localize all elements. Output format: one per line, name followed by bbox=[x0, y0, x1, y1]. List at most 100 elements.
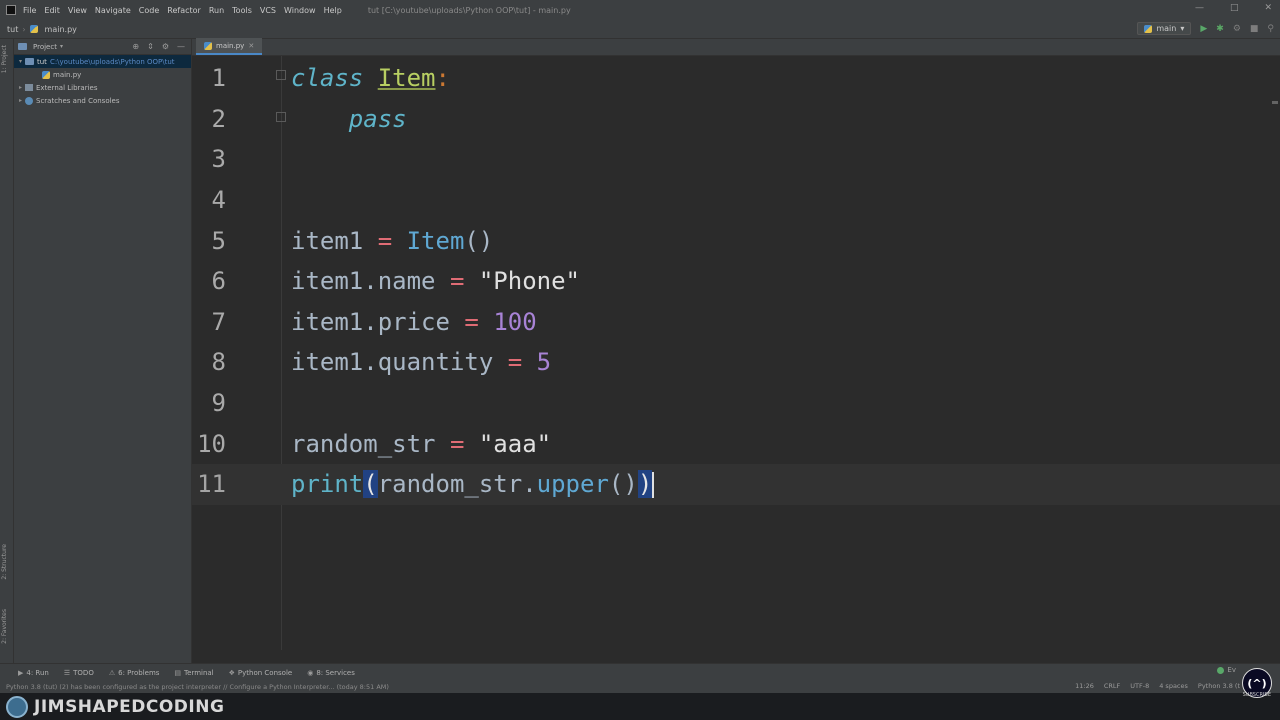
scratches-icon bbox=[25, 96, 33, 105]
locate-icon[interactable]: ⊕ bbox=[132, 42, 139, 51]
menu-code[interactable]: Code bbox=[139, 6, 159, 15]
menu-window[interactable]: Window bbox=[284, 6, 316, 15]
coverage-icon[interactable]: ⚙ bbox=[1233, 24, 1241, 34]
collapse-icon[interactable]: ⇕ bbox=[147, 42, 154, 51]
menu-navigate[interactable]: Navigate bbox=[95, 6, 131, 15]
tree-item-tut[interactable]: ▾ tut C:\youtube\uploads\Python OOP\tut bbox=[14, 55, 191, 68]
project-view-icon bbox=[18, 43, 27, 50]
stop-icon[interactable]: ■ bbox=[1250, 24, 1259, 34]
scrollbar-marker[interactable] bbox=[1272, 101, 1278, 104]
channel-watermark: JIMSHAPEDCODING bbox=[0, 693, 1280, 720]
colon: : bbox=[435, 64, 450, 93]
gear-icon[interactable]: ⚙ bbox=[162, 42, 169, 51]
tool-window-label: TODO bbox=[73, 668, 94, 677]
chevron-down-icon[interactable]: ▾ bbox=[60, 43, 63, 50]
caret-position[interactable]: 11:26 bbox=[1075, 682, 1094, 690]
tree-item-label: main.py bbox=[53, 70, 82, 79]
class-name: Item bbox=[377, 64, 436, 93]
function-call: Item bbox=[406, 226, 465, 255]
code-line: 3 bbox=[192, 139, 1280, 180]
code-text: item1.name = "Phone" bbox=[291, 267, 580, 295]
operator: = bbox=[377, 226, 393, 255]
interpreter-selector[interactable]: Python 3.8 (t bbox=[1198, 682, 1240, 690]
problems-icon: ⚠ bbox=[108, 668, 116, 677]
code-text: pass bbox=[291, 105, 407, 133]
tool-window-services[interactable]: ◉ 8: Services bbox=[307, 669, 355, 677]
line-separator[interactable]: CRLF bbox=[1104, 682, 1120, 690]
project-panel-title[interactable]: Project bbox=[33, 43, 57, 51]
expand-arrow-icon[interactable]: ▾ bbox=[16, 58, 25, 65]
search-icon[interactable]: ⚲ bbox=[1267, 24, 1274, 34]
number-literal: 100 bbox=[493, 307, 537, 336]
file-encoding[interactable]: UTF-8 bbox=[1130, 682, 1149, 690]
menu-vcs[interactable]: VCS bbox=[260, 6, 276, 15]
tool-window-python-console[interactable]: ❖ Python Console bbox=[229, 669, 293, 677]
subscribe-label: SUBSCRIBE bbox=[1242, 692, 1271, 698]
method-call: upper bbox=[536, 470, 609, 499]
code-area[interactable]: 1 class Item: 2 pass 3 4 5 item1 = Item(… bbox=[192, 56, 1280, 663]
line-number: 11 bbox=[197, 470, 226, 499]
breadcrumb-file[interactable]: main.py bbox=[45, 25, 77, 34]
status-message[interactable]: Python 3.8 (tut) (2) has been configured… bbox=[6, 683, 389, 691]
tool-window-problems[interactable]: ⚠ 6: Problems bbox=[109, 669, 160, 677]
event-log-button[interactable]: Ev bbox=[1217, 666, 1236, 674]
code-line: 10 random_str = "aaa" bbox=[192, 423, 1280, 464]
identifier: random_str. bbox=[377, 470, 537, 499]
operator: = bbox=[449, 267, 465, 296]
code-line: 1 class Item: bbox=[192, 58, 1280, 99]
parens: () bbox=[464, 226, 494, 255]
tool-window-label: 6: Problems bbox=[118, 668, 160, 677]
run-icon[interactable]: ▶ bbox=[1200, 24, 1207, 34]
tool-window-terminal[interactable]: ▤ Terminal bbox=[174, 669, 213, 677]
menu-help[interactable]: Help bbox=[324, 6, 342, 15]
tab-main-py[interactable]: main.py ✕ bbox=[196, 38, 263, 55]
expand-arrow-icon[interactable]: ▸ bbox=[16, 97, 25, 104]
string-literal: "aaa" bbox=[478, 429, 552, 458]
close-icon[interactable]: ✕ bbox=[1264, 3, 1272, 13]
tool-window-run[interactable]: ▶ 4: Run bbox=[18, 669, 49, 677]
run-config-select[interactable]: main ▾ bbox=[1137, 22, 1192, 35]
menu-edit[interactable]: Edit bbox=[44, 6, 60, 15]
keyword: pass bbox=[348, 104, 407, 133]
line-number: 3 bbox=[211, 145, 226, 174]
parens: () bbox=[608, 470, 638, 499]
tree-item-external-libraries[interactable]: ▸ External Libraries bbox=[14, 81, 191, 94]
run-config-label: main bbox=[1156, 24, 1177, 33]
menu-view[interactable]: View bbox=[68, 6, 87, 15]
python-console-icon: ❖ bbox=[228, 668, 235, 677]
tree-item-scratches[interactable]: ▸ Scratches and Consoles bbox=[14, 94, 191, 107]
event-log-label: Ev bbox=[1227, 666, 1236, 674]
favorites-tool-label[interactable]: 2: Favorites bbox=[1, 609, 8, 644]
channel-logo-icon bbox=[6, 695, 28, 718]
tool-window-todo[interactable]: ☰ TODO bbox=[64, 669, 94, 677]
line-number: 6 bbox=[211, 267, 226, 296]
tree-item-main-py[interactable]: main.py bbox=[14, 68, 191, 81]
menu-tools[interactable]: Tools bbox=[232, 6, 252, 15]
maximize-icon[interactable]: □ bbox=[1230, 3, 1239, 13]
window-title: tut [C:\youtube\uploads\Python OOP\tut] … bbox=[367, 5, 571, 15]
project-tool-label[interactable]: 1: Project bbox=[1, 45, 8, 73]
debug-icon[interactable]: ✱ bbox=[1216, 24, 1224, 34]
brace-highlight: ) bbox=[637, 470, 653, 499]
close-icon[interactable]: ✕ bbox=[248, 42, 254, 50]
breadcrumb-project[interactable]: tut bbox=[7, 25, 18, 34]
brace-highlight: ( bbox=[363, 470, 378, 499]
tree-item-label: External Libraries bbox=[36, 83, 98, 92]
code-line: 6 item1.name = "Phone" bbox=[192, 261, 1280, 302]
menu-run[interactable]: Run bbox=[209, 6, 224, 15]
code-text: random_str = "aaa" bbox=[291, 430, 551, 458]
menu-file[interactable]: File bbox=[23, 6, 36, 15]
menu-refactor[interactable]: Refactor bbox=[167, 6, 201, 15]
python-file-icon bbox=[204, 41, 212, 50]
hide-icon[interactable]: — bbox=[177, 42, 185, 51]
operator: = bbox=[449, 429, 465, 458]
left-tool-strip: 1: Project 2: Structure 2: Favorites bbox=[0, 39, 14, 663]
minimize-icon[interactable]: — bbox=[1195, 3, 1204, 13]
expand-arrow-icon[interactable]: ▸ bbox=[16, 84, 25, 91]
indent-setting[interactable]: 4 spaces bbox=[1159, 682, 1188, 690]
terminal-icon: ▤ bbox=[174, 668, 182, 677]
line-number: 7 bbox=[211, 307, 226, 336]
tool-window-label: 4: Run bbox=[26, 668, 49, 677]
code-line: 4 bbox=[192, 180, 1280, 221]
structure-tool-label[interactable]: 2: Structure bbox=[1, 544, 8, 580]
